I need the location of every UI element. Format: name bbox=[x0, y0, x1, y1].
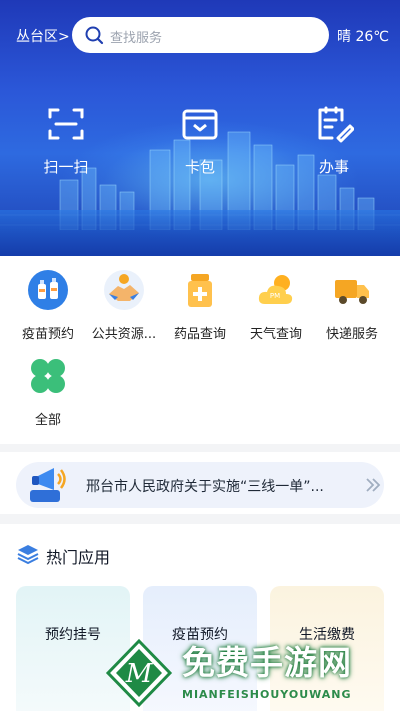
header-banner: 丛台区> 查找服务 晴 26℃ 扫一扫 卡包 办事 bbox=[0, 0, 400, 256]
card-wallet-button[interactable]: 卡包 bbox=[150, 104, 250, 184]
service-public-resource-label: 公共资源... bbox=[91, 327, 157, 342]
notice-section: 邢台市人民政府关于实施“三线一单”... bbox=[0, 452, 400, 514]
delivery-truck-icon bbox=[335, 280, 369, 304]
service-weather[interactable]: PM 天气查询 bbox=[236, 270, 316, 342]
top-bar: 丛台区> 查找服务 晴 26℃ bbox=[0, 16, 400, 54]
hot-apps-title: 热门应用 bbox=[46, 548, 111, 567]
service-weather-label: 天气查询 bbox=[249, 327, 302, 342]
banner-floor bbox=[0, 210, 400, 256]
services-grid: 疫苗预约 公共资源... 药品查询 PM 天气查询 快递服务 全部 bbox=[0, 256, 400, 444]
watermark-title: 免费手游网 bbox=[182, 643, 352, 682]
watermark-subtitle: MIANFEISHOUYOUWANG bbox=[182, 688, 352, 701]
document-edit-icon bbox=[318, 106, 354, 143]
affairs-label: 办事 bbox=[318, 158, 349, 176]
service-medicine-label: 药品查询 bbox=[173, 327, 226, 342]
affairs-button[interactable]: 办事 bbox=[284, 104, 384, 184]
megaphone-icon bbox=[30, 468, 66, 502]
service-express-label: 快递服务 bbox=[325, 327, 378, 342]
service-vaccine[interactable]: 疫苗预约 bbox=[8, 270, 88, 342]
notice-banner[interactable]: 邢台市人民政府关于实施“三线一单”... bbox=[16, 462, 384, 508]
service-public-resource[interactable]: 公共资源... bbox=[84, 270, 164, 342]
pm25-cloud-icon: PM bbox=[258, 275, 293, 304]
handshake-icon bbox=[104, 270, 144, 310]
scan-icon bbox=[48, 108, 84, 140]
double-chevron-right-icon bbox=[366, 478, 381, 492]
svg-text:PM: PM bbox=[270, 292, 280, 300]
service-all-label: 全部 bbox=[34, 413, 61, 428]
vaccine-icon bbox=[28, 270, 68, 310]
notice-text: 邢台市人民政府关于实施“三线一单”... bbox=[86, 479, 324, 495]
service-all[interactable]: 全部 bbox=[8, 356, 88, 428]
scan-button[interactable]: 扫一扫 bbox=[16, 104, 116, 184]
weather-indicator: 晴 26℃ bbox=[337, 29, 389, 45]
search-icon bbox=[85, 26, 104, 45]
layers-icon bbox=[17, 545, 39, 565]
district-selector[interactable]: 丛台区> bbox=[16, 26, 70, 46]
service-express[interactable]: 快递服务 bbox=[312, 270, 392, 342]
service-medicine[interactable]: 药品查询 bbox=[160, 270, 240, 342]
watermark-logo: M bbox=[105, 638, 173, 708]
app-screen: 丛台区> 查找服务 晴 26℃ 扫一扫 卡包 办事 疫苗预约 公共资源... 药… bbox=[0, 0, 400, 711]
search-input[interactable]: 查找服务 bbox=[72, 17, 329, 53]
medicine-bottle-icon bbox=[188, 274, 212, 307]
scan-label: 扫一扫 bbox=[43, 158, 89, 176]
card-wallet-label: 卡包 bbox=[184, 158, 215, 176]
watermark: M 免费手游网 MIANFEISHOUYOUWANG bbox=[100, 636, 400, 711]
card-wallet-icon bbox=[182, 109, 218, 140]
svg-text:M: M bbox=[125, 659, 154, 689]
service-vaccine-label: 疫苗预约 bbox=[21, 327, 74, 342]
search-placeholder: 查找服务 bbox=[110, 31, 163, 46]
all-clover-icon bbox=[31, 359, 65, 393]
